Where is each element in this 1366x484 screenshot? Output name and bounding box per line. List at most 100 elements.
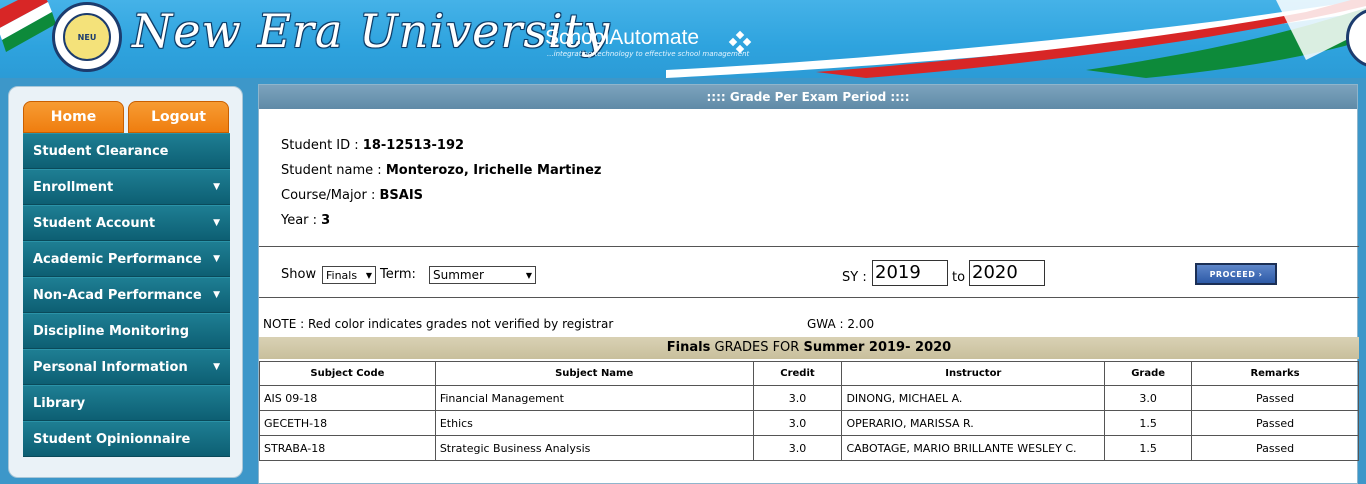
proceed-button[interactable]: PROCEED › [1195, 263, 1277, 285]
chevron-down-icon: ▼ [213, 254, 220, 264]
table-row: AIS 09-18 Financial Management 3.0 DINON… [259, 385, 1359, 411]
note-text: NOTE : Red color indicates grades not ve… [263, 317, 614, 331]
grades-title-mid: GRADES FOR [710, 340, 804, 355]
student-id-label: Student ID : [281, 138, 363, 153]
subject-name-cell: Ethics [434, 410, 754, 436]
term-select[interactable]: Summer ▼ [429, 266, 536, 284]
remarks-cell: Passed [1191, 385, 1359, 411]
student-id-row: Student ID : 18-12513-192 [281, 133, 1357, 158]
col-remarks: Remarks [1191, 361, 1359, 386]
subject-code-cell: AIS 09-18 [259, 385, 436, 411]
col-subject-name: Subject Name [434, 361, 754, 386]
to-label: to [952, 270, 966, 285]
grades-title: Finals GRADES FOR Summer 2019- 2020 [259, 337, 1359, 359]
student-name-label: Student name : [281, 163, 386, 178]
divider [259, 297, 1359, 298]
grade-cell: 3.0 [1104, 385, 1193, 411]
year-row: Year : 3 [281, 208, 1357, 233]
sidebar-item-academic-performance[interactable]: Academic Performance ▼ [23, 241, 230, 277]
term-value: Summer [433, 268, 484, 282]
header-banner: NEU New Era University SchoolAutomate ..… [0, 0, 1366, 78]
show-label: Show [281, 267, 317, 282]
grade-panel: :::: Grade Per Exam Period :::: Student … [258, 84, 1359, 484]
year-label: Year : [281, 213, 322, 228]
col-credit: Credit [752, 361, 843, 386]
col-instructor: Instructor [841, 361, 1106, 386]
panel-title: :::: Grade Per Exam Period :::: [259, 85, 1357, 109]
sidebar-item-label: Non-Acad Performance [33, 287, 202, 303]
chevron-down-icon: ▼ [525, 270, 532, 280]
schoolautomate-brand: SchoolAutomate [545, 26, 700, 49]
student-info: Student ID : 18-12513-192 Student name :… [259, 109, 1357, 233]
sidebar: Home Logout Student Clearance Enrollment… [8, 86, 243, 478]
home-button[interactable]: Home [23, 101, 124, 133]
schoolautomate-logo: SchoolAutomate ...integrating technology… [545, 26, 749, 58]
grade-cell: 1.5 [1104, 435, 1193, 461]
flag-ribbon-right [666, 0, 1366, 78]
sidebar-nav: Student Clearance Enrollment ▼ Student Ac… [23, 133, 230, 457]
course-row: Course/Major : BSAIS [281, 183, 1357, 208]
sidebar-item-label: Student Opinionnaire [33, 431, 191, 447]
subject-name-cell: Strategic Business Analysis [434, 435, 754, 461]
course-value: BSAIS [379, 188, 424, 203]
sidebar-item-label: Student Clearance [33, 143, 169, 159]
sidebar-item-library[interactable]: Library [23, 385, 230, 421]
sidebar-item-label: Library [33, 395, 86, 411]
subject-name-cell: Financial Management [434, 385, 754, 411]
grades-title-period: Finals [666, 340, 711, 355]
sidebar-item-student-clearance[interactable]: Student Clearance [23, 133, 230, 169]
sy-from-input[interactable]: 2019 [872, 260, 948, 286]
logout-button[interactable]: Logout [128, 101, 229, 133]
university-seal-logo: NEU [52, 2, 122, 72]
chevron-down-icon: ▼ [213, 362, 220, 372]
year-value: 3 [321, 213, 331, 228]
subject-code-cell: STRABA-18 [259, 435, 436, 461]
chevron-down-icon: ▼ [365, 270, 372, 280]
sy-label: SY : [842, 270, 867, 285]
sidebar-item-label: Discipline Monitoring [33, 323, 190, 339]
credit-cell: 3.0 [752, 385, 843, 411]
schoolautomate-tagline: ...integrating technology to effective s… [547, 50, 750, 58]
table-row: GECETH-18 Ethics 3.0 OPERARIO, MARISSA R… [259, 410, 1359, 436]
table-header-row: Subject Code Subject Name Credit Instruc… [259, 361, 1359, 386]
filter-row: Show Finals ▼ Term: Summer ▼ SY : 2019 to … [281, 260, 1341, 289]
schoolautomate-dots-icon [728, 30, 752, 54]
student-name-value: Monterozo, Irichelle Martinez [385, 163, 602, 178]
divider [259, 246, 1359, 247]
sidebar-item-student-opinionnaire[interactable]: Student Opinionnaire [23, 421, 230, 457]
sy-to-input[interactable]: 2020 [969, 260, 1045, 286]
sidebar-item-enrollment[interactable]: Enrollment ▼ [23, 169, 230, 205]
sidebar-item-label: Enrollment [33, 179, 114, 195]
table-row: STRABA-18 Strategic Business Analysis 3.… [259, 435, 1359, 461]
instructor-cell: CABOTAGE, MARIO BRILLANTE WESLEY C. [841, 435, 1106, 461]
exam-period-select[interactable]: Finals ▼ [322, 266, 376, 284]
chevron-down-icon: ▼ [213, 218, 220, 228]
university-title: New Era University [132, 4, 611, 58]
term-label: Term: [380, 267, 416, 282]
grades-title-term: Summer 2019- 2020 [803, 340, 952, 355]
instructor-cell: OPERARIO, MARISSA R. [841, 410, 1106, 436]
credit-cell: 3.0 [752, 410, 843, 436]
sidebar-item-personal-information[interactable]: Personal Information ▼ [23, 349, 230, 385]
sidebar-item-student-account[interactable]: Student Account ▼ [23, 205, 230, 241]
sidebar-item-label: Student Account [33, 215, 156, 231]
remarks-cell: Passed [1191, 435, 1359, 461]
col-subject-code: Subject Code [259, 361, 436, 386]
subject-code-cell: GECETH-18 [259, 410, 436, 436]
sidebar-item-label: Personal Information [33, 359, 188, 375]
grades-table: Subject Code Subject Name Credit Instruc… [259, 361, 1359, 461]
grade-cell: 1.5 [1104, 410, 1193, 436]
col-grade: Grade [1104, 361, 1193, 386]
chevron-down-icon: ▼ [213, 290, 220, 300]
sidebar-item-discipline-monitoring[interactable]: Discipline Monitoring [23, 313, 230, 349]
student-name-row: Student name : Monterozo, Irichelle Mart… [281, 158, 1357, 183]
remarks-cell: Passed [1191, 410, 1359, 436]
course-label: Course/Major : [281, 188, 380, 203]
credit-cell: 3.0 [752, 435, 843, 461]
exam-period-value: Finals [326, 268, 358, 282]
student-id-value: 18-12513-192 [362, 138, 465, 153]
sidebar-item-label: Academic Performance [33, 251, 202, 267]
chevron-down-icon: ▼ [213, 182, 220, 192]
gwa-text: GWA : 2.00 [807, 317, 875, 331]
sidebar-item-non-acad-performance[interactable]: Non-Acad Performance ▼ [23, 277, 230, 313]
